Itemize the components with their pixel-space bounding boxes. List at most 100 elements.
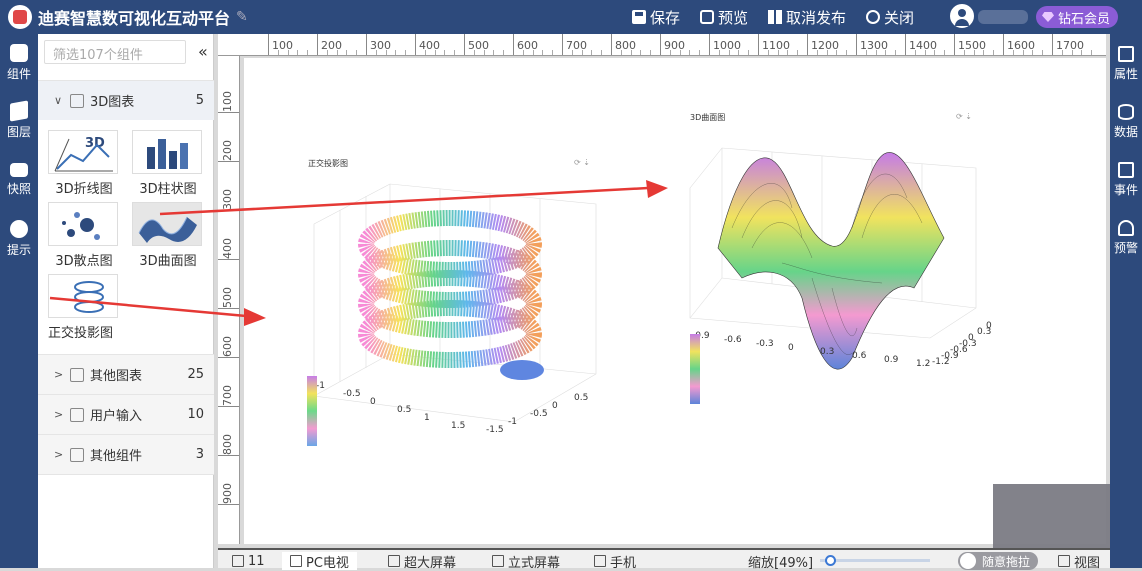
- vertical-ruler[interactable]: 100 200 300 400 500 600 700 800 900: [218, 56, 240, 544]
- 3d-surface-chart[interactable]: -0.9 -0.6 -0.3 0 0.3 0.6 0.9 1.2 -1.2-0.9-0.6-0.…: [682, 128, 992, 398]
- ruler-tick: 1400: [905, 34, 937, 55]
- ruler-tick: 500: [218, 287, 239, 309]
- ruler-tick: 1100: [758, 34, 790, 55]
- nav-label: 数据: [1113, 125, 1138, 139]
- grid-icon: [70, 367, 84, 382]
- ruler-minor-tick: [738, 50, 740, 55]
- left-chart-tools[interactable]: ⟳ ⇣: [574, 158, 590, 167]
- component-3d-scatter[interactable]: 3D散点图: [48, 202, 120, 272]
- component-3d-line[interactable]: 3D 3D折线图: [48, 130, 120, 200]
- app-logo-icon: [8, 5, 32, 29]
- ortho-projection-chart[interactable]: -1 -0.5 0 0.5 1 1.5 -1.5 -1 -0.5 0 0.5: [300, 174, 620, 444]
- right-chart-tools[interactable]: ⟳ ⇣: [956, 112, 972, 121]
- component-ortho-projection[interactable]: 正交投影图: [48, 274, 120, 344]
- group-count: 5: [195, 93, 204, 108]
- nav-label: 图层: [6, 125, 31, 139]
- page-count-label: 11: [248, 553, 265, 569]
- ruler-minor-tick: [679, 50, 681, 55]
- ruler-minor-tick: [336, 50, 338, 55]
- x-tick-label: -0.3: [756, 339, 774, 349]
- left-axis-ticks: -1 -0.5 0 0.5 1 1.5 -1.5 -1 -0.5 0 0.5: [316, 381, 588, 435]
- nav-data[interactable]: 数据: [1110, 96, 1142, 154]
- minimap-overlay[interactable]: [993, 484, 1110, 548]
- component-3d-surface[interactable]: 3D曲面图: [132, 202, 204, 272]
- nav-label: 快照: [6, 182, 31, 196]
- ruler-minor-tick: [503, 50, 505, 55]
- screen-large[interactable]: 超大屏幕: [388, 552, 456, 571]
- page-count[interactable]: 11: [232, 552, 265, 570]
- y-tick-label: 0: [968, 333, 974, 343]
- screen-mobile[interactable]: 手机: [594, 552, 636, 571]
- nav-properties[interactable]: 属性: [1110, 38, 1142, 96]
- ruler-minor-tick: [836, 50, 838, 55]
- design-page[interactable]: 正交投影图 ⟳ ⇣ 3D曲面图 ⟳ ⇣ -1 -0.5 0 0.5 1 1.5 …: [244, 58, 1106, 544]
- y-tick-label: -0.5: [530, 409, 548, 419]
- ruler-minor-tick: [993, 50, 995, 55]
- ruler-minor-tick: [375, 50, 377, 55]
- nav-components[interactable]: 组件: [0, 38, 38, 94]
- x-tick-label: 0: [370, 397, 376, 407]
- group-3d-charts[interactable]: ∨ 3D图表 5: [38, 80, 214, 120]
- zoom-slider[interactable]: [820, 555, 930, 566]
- ruler-minor-tick: [1091, 50, 1093, 55]
- right-chart-title: 3D曲面图: [690, 113, 726, 122]
- zoom-slider-knob[interactable]: [824, 555, 836, 566]
- ruler-tick: 800: [218, 434, 239, 456]
- ruler-minor-tick: [277, 50, 279, 55]
- user-avatar[interactable]: [950, 4, 974, 28]
- component-3d-bar[interactable]: 3D柱状图: [132, 130, 204, 200]
- component-search-input[interactable]: 筛选107个组件: [44, 40, 186, 64]
- group-other-components[interactable]: > 其他组件 3: [38, 434, 214, 474]
- screen-vertical[interactable]: 立式屏幕: [492, 552, 560, 571]
- ruler-minor-tick: [1081, 50, 1083, 55]
- pages-icon: [232, 555, 244, 567]
- input-box-icon: [70, 407, 84, 422]
- y-tick-label: -1.5: [486, 425, 504, 435]
- vip-badge[interactable]: 钻石会员: [1036, 6, 1119, 28]
- 3d-scatter-chart-icon: [62, 212, 100, 240]
- group-user-input[interactable]: > 用户输入 10: [38, 394, 214, 434]
- ruler-minor-tick: [346, 50, 348, 55]
- right-visual-map[interactable]: [690, 334, 700, 404]
- ruler-minor-tick: [865, 50, 867, 55]
- ruler-minor-tick: [1071, 50, 1073, 55]
- ruler-minor-tick: [620, 50, 622, 55]
- edit-title-icon[interactable]: ✎: [236, 9, 248, 25]
- free-drag-toggle[interactable]: 随意拖拉: [958, 552, 1038, 570]
- preview-label: 预览: [718, 8, 749, 27]
- unpublish-button[interactable]: 取消发布: [768, 7, 846, 28]
- chevron-down-icon: ∨: [54, 94, 63, 107]
- group-label: 3D图表: [90, 95, 135, 110]
- ruler-tick: 300: [366, 34, 391, 55]
- alarm-icon: [1118, 220, 1134, 236]
- component-label: 正交投影图: [48, 326, 114, 341]
- x-tick-label: 1: [424, 413, 430, 423]
- view-button[interactable]: 视图: [1058, 552, 1100, 571]
- collapse-panel-button[interactable]: «: [198, 42, 208, 61]
- nav-events[interactable]: 事件: [1110, 154, 1142, 212]
- close-button[interactable]: 关闭: [866, 7, 914, 28]
- screen-pc-tv[interactable]: PC电视: [282, 552, 357, 571]
- ruler-minor-tick: [552, 50, 554, 55]
- nav-layers[interactable]: 图层: [0, 96, 38, 152]
- database-icon: [1118, 104, 1134, 120]
- nav-alarm[interactable]: 预警: [1110, 212, 1142, 270]
- ruler-tick: 1600: [1003, 34, 1035, 55]
- ruler-minor-tick: [895, 50, 897, 55]
- horizontal-ruler[interactable]: 100 200 300 400 500 600 700 800 900 1000 1100 1200 1…: [244, 34, 1106, 56]
- preview-button[interactable]: 预览: [700, 7, 748, 28]
- nav-tips[interactable]: 提示: [0, 214, 38, 270]
- left-visual-map[interactable]: [307, 376, 317, 446]
- layers-icon: [10, 100, 28, 122]
- save-button[interactable]: 保存: [632, 7, 680, 28]
- properties-icon: [1118, 46, 1134, 62]
- group-other-charts[interactable]: > 其他图表 25: [38, 354, 214, 394]
- ruler-tick: 1000: [709, 34, 741, 55]
- ruler-tick: 1500: [954, 34, 986, 55]
- nav-snapshot[interactable]: 快照: [0, 154, 38, 210]
- vertical-screen-icon: [492, 555, 504, 567]
- event-icon: [1118, 162, 1134, 178]
- user-name-blurred[interactable]: [978, 10, 1028, 24]
- ortho-projection-icon: [74, 281, 104, 313]
- x-tick-label: 0.6: [852, 351, 867, 361]
